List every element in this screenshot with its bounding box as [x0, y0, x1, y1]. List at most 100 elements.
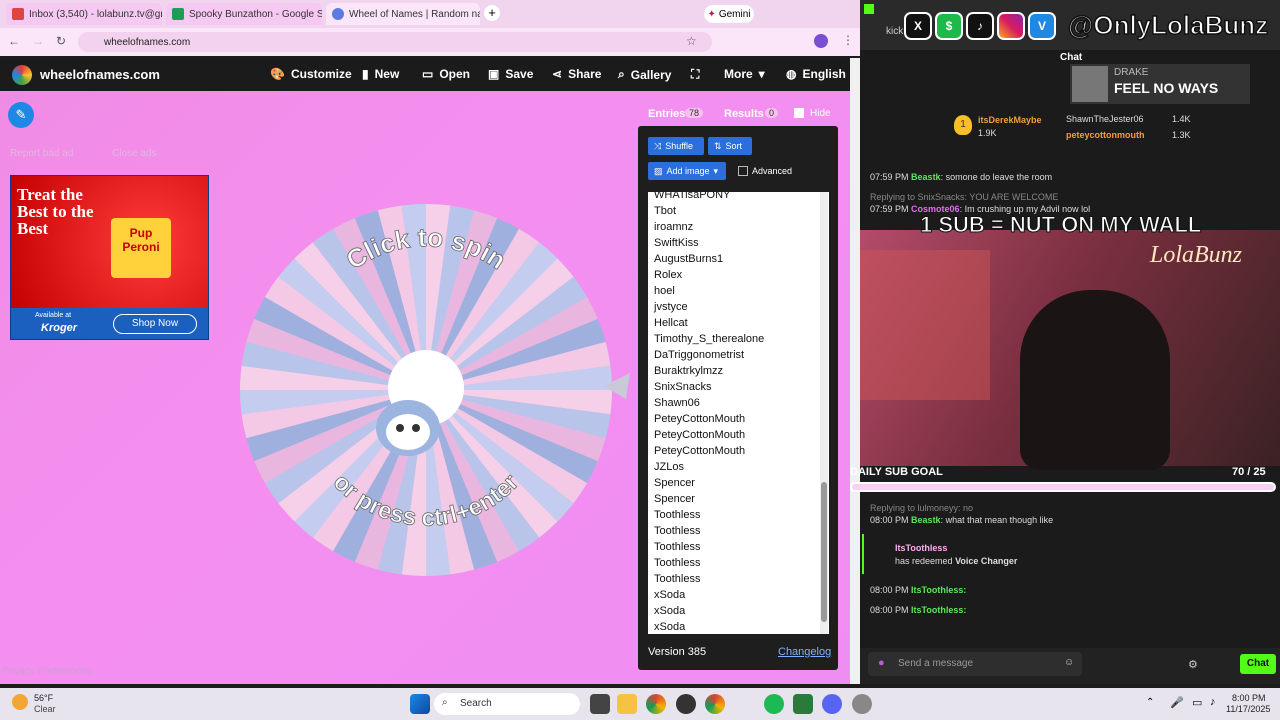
tray-chevron-icon[interactable]: ⌃	[1146, 697, 1154, 708]
emoji-icon[interactable]: ☺	[1064, 657, 1074, 668]
mic-tray-icon[interactable]: 🎤	[1170, 696, 1184, 709]
changelog-link[interactable]: Changelog	[778, 646, 831, 658]
wheel[interactable]: Click to spin or press ctrl+enter	[236, 200, 616, 580]
chat-send-button[interactable]: Chat	[1240, 654, 1276, 674]
taskbar-search[interactable]: ⌕ Search	[434, 693, 580, 715]
entry-line[interactable]: iroamnz	[648, 219, 829, 235]
chat-send-input[interactable]: ● Send a message ☺	[868, 652, 1082, 676]
entry-line[interactable]: Tbot	[648, 203, 829, 219]
file-icon: ▮	[362, 67, 369, 81]
spotify-icon[interactable]	[764, 694, 784, 714]
entry-line[interactable]: xSoda	[648, 587, 829, 603]
entry-line[interactable]: hoel	[648, 283, 829, 299]
social-icons: X $ ♪ V	[904, 12, 1056, 40]
avatar[interactable]	[814, 34, 828, 48]
report-ad-link[interactable]: Report bad ad	[10, 148, 73, 159]
mic-icon[interactable]: ●	[878, 657, 885, 669]
chrome-icon[interactable]	[646, 694, 666, 714]
ad-banner[interactable]: Treat the Best to the Best Pup Peroni Av…	[10, 175, 209, 340]
entry-line[interactable]: Toothless	[648, 523, 829, 539]
clock-date[interactable]: 11/17/2025	[1226, 704, 1270, 714]
privacy-link[interactable]: Privacy Preferences	[2, 666, 91, 677]
version-label: Version 385	[648, 646, 707, 658]
tab-sheets[interactable]: Spooky Bunzathon - Google Sh✕	[166, 3, 322, 25]
scrollbar[interactable]	[820, 192, 828, 634]
nav-language[interactable]: ◍ English	[786, 67, 846, 81]
entry-line[interactable]: Spencer	[648, 475, 829, 491]
entry-line[interactable]: JZLos	[648, 459, 829, 475]
url-input[interactable]: wheelofnames.com	[78, 32, 712, 52]
nav-customize[interactable]: 🎨 Customize	[270, 67, 352, 81]
xbox-icon[interactable]	[793, 694, 813, 714]
entry-line[interactable]: Toothless	[648, 539, 829, 555]
sort-button[interactable]: ⇅ Sort	[708, 137, 752, 155]
entry-line[interactable]: SwiftKiss	[648, 235, 829, 251]
entry-line[interactable]: Hellcat	[648, 315, 829, 331]
hide-checkbox[interactable]	[794, 108, 804, 118]
gemini-button[interactable]: ✦ Gemini	[704, 5, 754, 23]
add-image-button[interactable]: ▨ Add image ▾	[648, 162, 726, 180]
entry-line[interactable]: Toothless	[648, 571, 829, 587]
windows-start-icon[interactable]	[410, 694, 430, 714]
entry-line[interactable]: AugustBurns1	[648, 251, 829, 267]
entry-line[interactable]: Spencer	[648, 491, 829, 507]
entry-line[interactable]: Timothy_S_therealone	[648, 331, 829, 347]
advanced-checkbox[interactable]	[738, 166, 748, 176]
entry-line[interactable]: PeteyCottonMouth	[648, 427, 829, 443]
entry-line[interactable]: WHATisaPONY	[648, 192, 829, 203]
shop-now-button[interactable]: Shop Now	[113, 314, 197, 334]
nav-more[interactable]: More ▾	[724, 67, 765, 81]
tab-results[interactable]: Results	[724, 108, 764, 120]
gear-icon[interactable]: ⚙	[1188, 658, 1198, 671]
entry-line[interactable]: Toothless	[648, 555, 829, 571]
nav-share[interactable]: ⋖ Share	[552, 67, 601, 81]
obs-icon[interactable]	[676, 694, 696, 714]
nav-new[interactable]: ▮ New	[362, 67, 399, 81]
tab-label: Spooky Bunzathon - Google Sh	[189, 8, 322, 20]
entries-textarea[interactable]: WHATisaPONY Tbot iroamnz SwiftKiss AugustBur…	[648, 192, 829, 634]
star-icon[interactable]: ☆	[686, 34, 697, 48]
entry-line[interactable]: SnixSnacks	[648, 379, 829, 395]
entry-line[interactable]: Toothless	[648, 507, 829, 523]
reload-icon[interactable]: ↻	[56, 34, 66, 48]
entry-line[interactable]: Buraktrkylmzz	[648, 363, 829, 379]
entry-line[interactable]: Rolex	[648, 267, 829, 283]
x-icon: X	[904, 12, 932, 40]
settings-app-icon[interactable]	[852, 694, 872, 714]
edit-pencil-button[interactable]: ✎	[8, 102, 34, 128]
entry-line[interactable]: Shawn06	[648, 395, 829, 411]
entry-line[interactable]: jvstyce	[648, 299, 829, 315]
chat-message: 08:00 PM Beastk: what that mean though l…	[870, 515, 1054, 525]
back-icon[interactable]: ←	[8, 34, 20, 48]
site-brand[interactable]: wheelofnames.com	[40, 67, 160, 82]
entry-line[interactable]: xSoda	[648, 603, 829, 619]
network-icon[interactable]: ▭	[1192, 696, 1202, 709]
chrome-icon[interactable]	[705, 694, 725, 714]
close-ads-link[interactable]: Close ads	[112, 148, 156, 159]
tab-entries[interactable]: Entries	[648, 108, 685, 120]
entry-line[interactable]: PeteyCottonMouth	[648, 443, 829, 459]
search-icon: ⌕	[618, 67, 625, 81]
tab-wheel[interactable]: Wheel of Names | Random nam✕	[326, 3, 480, 25]
forward-icon[interactable]: →	[32, 34, 44, 48]
discord-icon[interactable]	[822, 694, 842, 714]
page-scrollbar[interactable]	[850, 58, 860, 684]
entry-line[interactable]: xSoda	[648, 619, 829, 634]
tab-gmail[interactable]: Inbox (3,540) - lolabunz.tv@gm✕	[6, 3, 162, 25]
new-tab-button[interactable]: +	[484, 5, 500, 21]
entry-line[interactable]: PeteyCottonMouth	[648, 411, 829, 427]
file-explorer-icon[interactable]	[617, 694, 637, 714]
nav-gallery[interactable]: ⌕ Gallery	[618, 67, 671, 82]
nav-open[interactable]: ▭ Open	[422, 67, 470, 81]
song-artist: DRAKE	[1114, 67, 1149, 78]
menu-icon[interactable]: ⋮	[842, 33, 854, 47]
shuffle-button[interactable]: ⤨ Shuffle	[648, 137, 704, 155]
chevron-down-icon: ▾	[758, 67, 765, 81]
volume-icon[interactable]: ♪	[1210, 696, 1216, 708]
fullscreen-icon[interactable]: ⛶	[691, 67, 699, 82]
task-view-icon[interactable]	[590, 694, 610, 714]
nav-save[interactable]: ▣ Save	[488, 67, 533, 81]
chat-message: 07:59 PM Cosmote06: Im crushing up my Ad…	[870, 204, 1091, 214]
clock-time[interactable]: 8:00 PM	[1232, 693, 1266, 703]
entry-line[interactable]: DaTriggonometrist	[648, 347, 829, 363]
